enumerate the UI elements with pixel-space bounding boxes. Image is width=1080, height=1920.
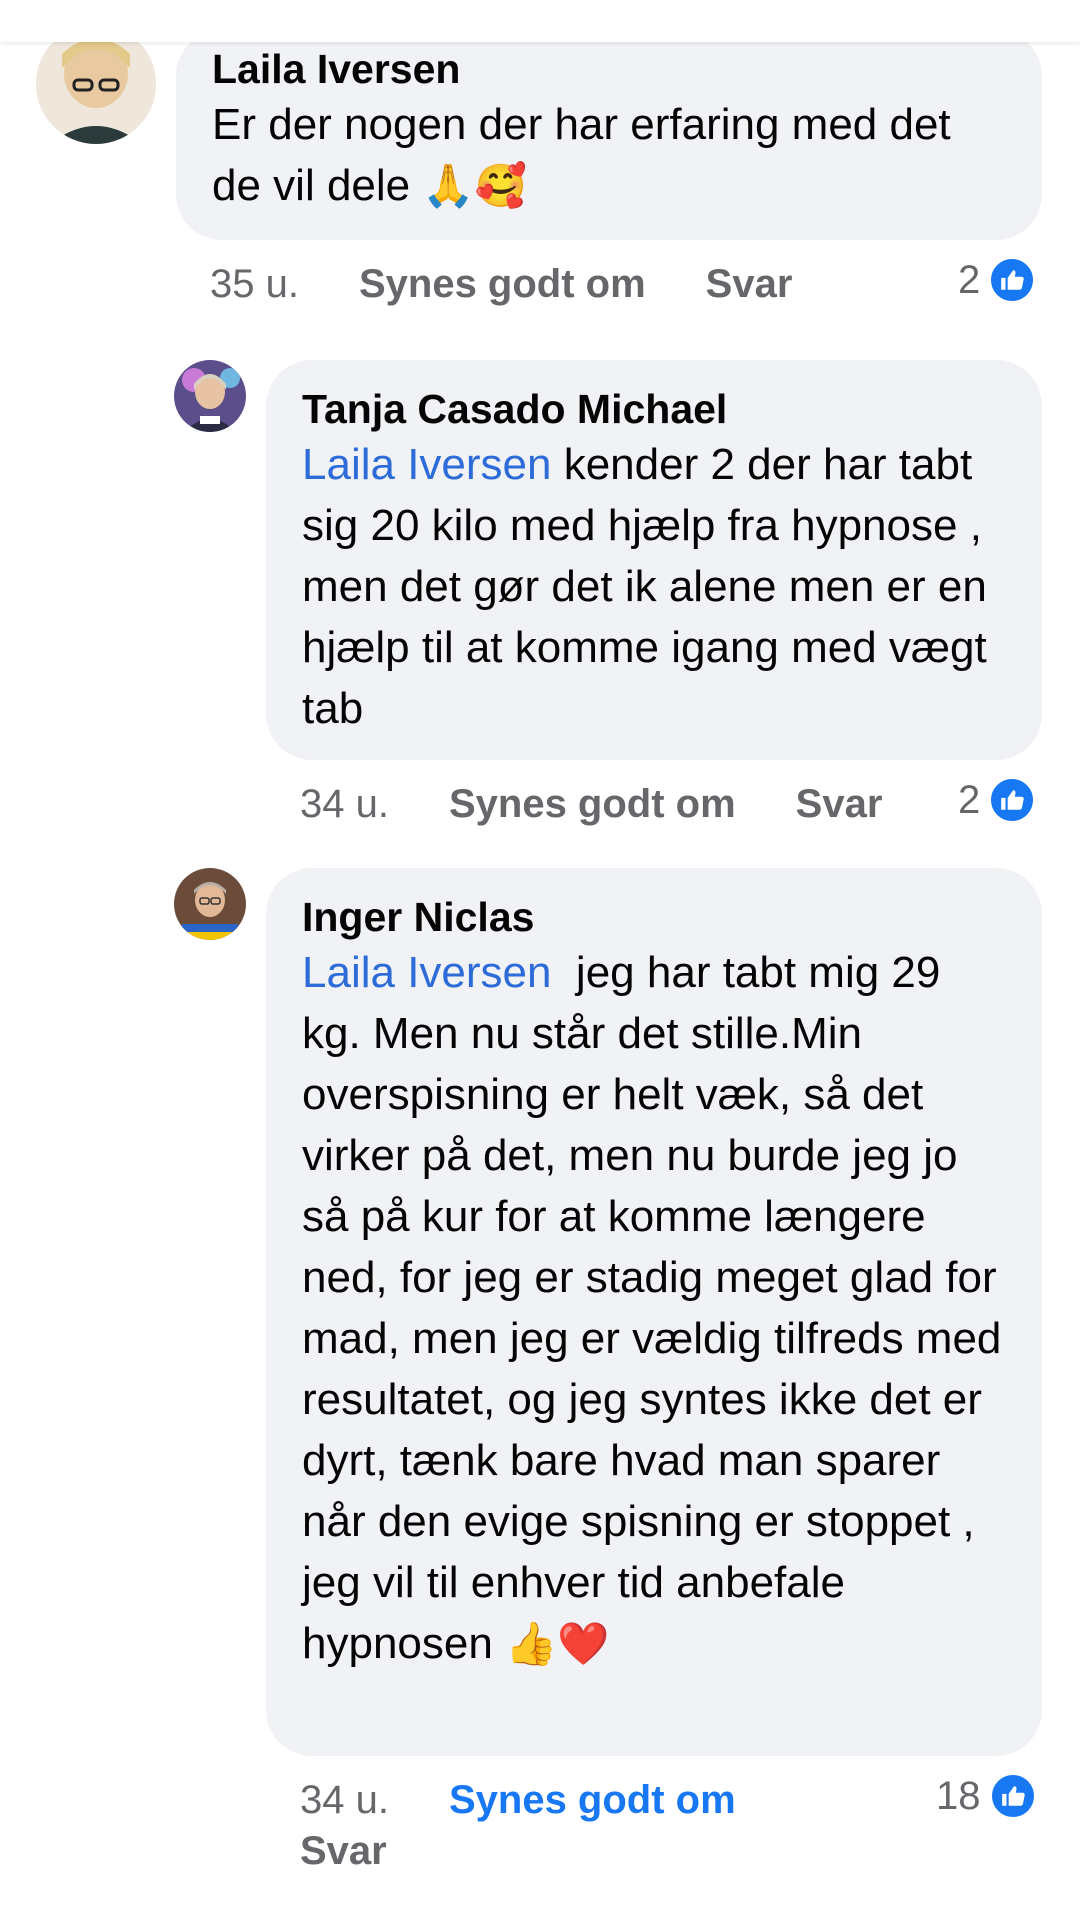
comment-bubble[interactable]: Tanja Casado Michael Laila Iversen kende… <box>266 360 1042 760</box>
mention-link[interactable]: Laila Iversen <box>302 440 551 489</box>
reply-button[interactable]: Svar <box>706 262 793 307</box>
comment-author[interactable]: Inger Niclas <box>302 892 1006 942</box>
comment-body: jeg har tabt mig 29 kg. Men nu står det … <box>302 948 1014 1668</box>
thumbs-up-icon <box>988 256 1037 304</box>
avatar[interactable] <box>174 868 246 940</box>
timestamp[interactable]: 35 u. <box>210 262 299 307</box>
comment-body: Er der nogen der har erfaring med det de… <box>212 100 951 210</box>
comment-bubble[interactable]: Inger Niclas Laila Iversen jeg har tabt … <box>266 868 1042 1756</box>
reaction-summary[interactable]: 18 <box>936 1772 1037 1820</box>
comment-bubble[interactable]: Laila Iversen Er der nogen der har erfar… <box>176 30 1042 240</box>
avatar[interactable] <box>174 360 246 432</box>
comment-actions: 34 u. Synes godt om Svar <box>300 782 882 827</box>
thumbs-up-icon <box>988 1772 1037 1820</box>
reaction-summary[interactable]: 2 <box>958 256 1037 304</box>
reply-button[interactable]: Svar <box>796 782 883 827</box>
like-button[interactable]: Synes godt om <box>449 1778 736 1823</box>
reaction-summary[interactable]: 2 <box>958 776 1037 824</box>
reaction-count: 18 <box>936 1773 981 1818</box>
comment-actions: 34 u. Synes godt om Svar <box>300 1778 800 1874</box>
emoji: 👍❤️ <box>505 1620 610 1667</box>
reaction-count: 2 <box>958 257 981 302</box>
comment-text: Laila Iversen jeg har tabt mig 29 kg. Me… <box>302 942 1006 1674</box>
avatar[interactable] <box>36 24 156 144</box>
emoji: 🙏🥰 <box>422 162 527 209</box>
timestamp[interactable]: 34 u. <box>300 782 389 827</box>
like-button[interactable]: Synes godt om <box>449 782 736 827</box>
comment-text: Laila Iversen kender 2 der har tabt sig … <box>302 434 1006 739</box>
comment-text: Er der nogen der har erfaring med det de… <box>212 94 1006 216</box>
comment-author[interactable]: Tanja Casado Michael <box>302 384 1006 434</box>
reply-button[interactable]: Svar <box>300 1829 800 1874</box>
comment-author[interactable]: Laila Iversen <box>212 44 1006 94</box>
comment-actions: 35 u. Synes godt om Svar <box>210 262 792 307</box>
mention-link[interactable]: Laila Iversen <box>302 948 551 997</box>
thumbs-up-icon <box>988 776 1037 824</box>
timestamp[interactable]: 34 u. <box>300 1778 389 1823</box>
like-button[interactable]: Synes godt om <box>359 262 646 307</box>
reaction-count: 2 <box>958 777 981 822</box>
top-bar <box>0 0 1080 42</box>
